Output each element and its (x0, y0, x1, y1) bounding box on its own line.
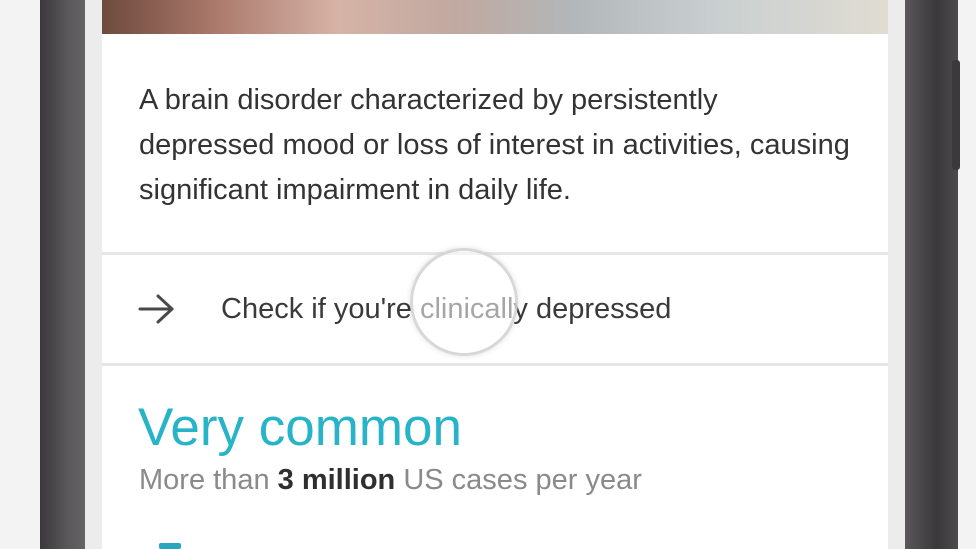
prevalence-detail: More than 3 million US cases per year (139, 461, 642, 499)
phone-frame-left (40, 0, 85, 549)
phone-frame-right (905, 0, 958, 549)
prevalence-headline: Very common (138, 398, 463, 457)
prevalence-count: 3 million (277, 464, 396, 496)
condition-description: A brain disorder characterized by persis… (139, 84, 850, 206)
header-image (102, 0, 888, 34)
description-card: A brain disorder characterized by persis… (102, 34, 888, 252)
photo-stage: A brain disorder characterized by persis… (0, 0, 976, 549)
phone-screen: A brain disorder characterized by persis… (85, 0, 905, 549)
prevalence-card: Very common More than 3 million US cases… (102, 366, 888, 549)
phone-side-button (952, 60, 960, 170)
prevalence-suffix: US cases per year (395, 464, 642, 496)
symptom-check-label[interactable]: Check if you're clinically depressed (221, 289, 671, 329)
prevalence-prefix: More than (139, 464, 278, 496)
next-section-marker (159, 543, 181, 549)
symptom-check-link[interactable]: Check if you're clinically depressed (102, 255, 888, 363)
arrow-right-icon (138, 294, 174, 324)
